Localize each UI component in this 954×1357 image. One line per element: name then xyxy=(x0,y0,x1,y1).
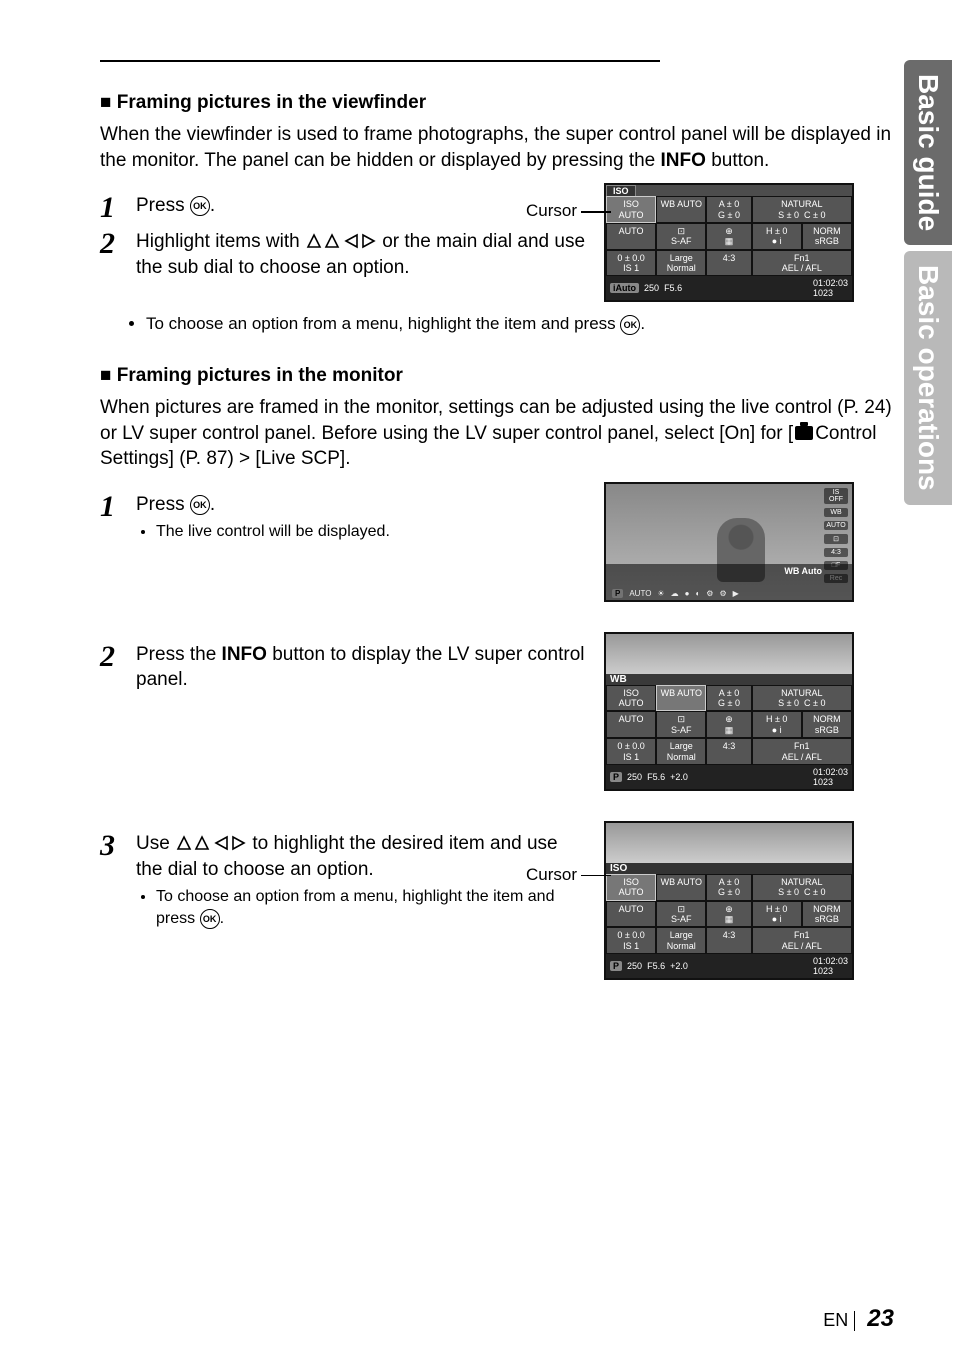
intro-viewfinder: When the viewfinder is used to frame pho… xyxy=(100,122,894,173)
lcd-grid: ⊕▦ xyxy=(706,901,751,928)
lcd-ael: Fn1AEL / AFL xyxy=(752,738,852,765)
lcd-flash: AUTO xyxy=(606,901,656,928)
cursor-label: Cursor xyxy=(526,865,611,885)
lcd-43: 4:3 xyxy=(706,738,751,765)
step3-bullet: To choose an option from a menu, highlig… xyxy=(156,886,586,929)
lcd-ael: Fn1AEL / AFL xyxy=(752,927,852,954)
mode-badge: P xyxy=(610,961,622,971)
lcd-saf-row: ⊡S-AF xyxy=(656,223,706,250)
note-choose-option: To choose an option from a menu, highlig… xyxy=(146,314,894,335)
lcd-norm: NORMsRGB xyxy=(802,223,852,250)
lcd-exp: 0 ± 0.0IS 1 xyxy=(606,927,656,954)
lcd-a0: A ± 0G ± 0 xyxy=(706,874,751,901)
intro-monitor: When pictures are framed in the monitor,… xyxy=(100,395,894,472)
step-number: 1 xyxy=(100,193,136,223)
lcd-figure-viewfinder: Cursor ISO ISO AUTO WB AUTO A ± 0G ± 0 N… xyxy=(604,183,894,302)
lcd-a0: A ± 0G ± 0 xyxy=(706,196,751,223)
ok-button-icon: OK xyxy=(190,495,210,515)
lcd-exp: 0 ± 0.0IS 1 xyxy=(606,250,656,277)
lcd-large: LargeNormal xyxy=(656,738,706,765)
heading-viewfinder: ■ Framing pictures in the viewfinder xyxy=(100,92,894,114)
lcd-iso: ISO AUTO xyxy=(606,874,656,901)
step-number: 3 xyxy=(100,831,136,932)
dpad-icon xyxy=(175,831,247,857)
step1-bullet: The live control will be displayed. xyxy=(156,521,586,543)
lcd-h0: H ± 0● i xyxy=(752,711,802,738)
step-number: 1 xyxy=(100,492,136,545)
lcd-wb: WB AUTO xyxy=(656,685,706,712)
page-footer: EN23 xyxy=(823,1305,894,1333)
mode-badge: iAuto xyxy=(610,283,639,293)
lcd-iso: ISO AUTO xyxy=(606,685,656,712)
lcd-a0: A ± 0G ± 0 xyxy=(706,685,751,712)
step-number: 2 xyxy=(100,642,136,693)
lcd-large: LargeNormal xyxy=(656,250,706,277)
lcd-tab: ISO xyxy=(606,185,636,196)
ok-button-icon: OK xyxy=(190,196,210,216)
ok-button-icon: OK xyxy=(200,909,220,929)
step2-text: Highlight items with or the main dial an… xyxy=(136,229,586,280)
lcd-saf: ⊡S-AF xyxy=(656,711,706,738)
steps-monitor-1: 1 Press OK. The live control will be dis… xyxy=(100,486,586,551)
live-control-figure: IS OFF WB AUTO ⊡ 4:3 □F Rec WB Auto P AU… xyxy=(604,482,854,602)
steps-monitor-3: 3 Use to highlight the desired item and … xyxy=(100,825,586,938)
lv-scp-cursor-figure: Cursor ISO ISO AUTO WB AUTO A ± 0G ± 0 N… xyxy=(604,821,894,980)
lcd-large: LargeNormal xyxy=(656,927,706,954)
lcd-natural: NATURALS ± 0 C ± 0 xyxy=(752,874,852,901)
lcd-natural: NATURALS ± 0 C ± 0 xyxy=(752,196,852,223)
lcd-iso: ISO AUTO xyxy=(606,196,656,223)
lcd-norm: NORMsRGB xyxy=(802,711,852,738)
step2-text-m: Press the INFO button to display the LV … xyxy=(136,642,586,693)
dpad-icon xyxy=(305,229,377,255)
side-tabs: Basic guide Basic operations xyxy=(904,60,954,511)
camera-icon xyxy=(795,426,813,440)
lcd-flash: AUTO xyxy=(606,711,656,738)
lcd-43: 4:3 xyxy=(706,250,751,277)
header-rule xyxy=(100,60,660,62)
lcd-h0: H ± 0● i xyxy=(752,223,802,250)
lcd-h0: H ± 0● i xyxy=(752,901,802,928)
step3-text: Use to highlight the desired item and us… xyxy=(136,833,558,880)
step1-text-m: Press OK. xyxy=(136,494,215,515)
mode-badge: P xyxy=(610,772,622,782)
ok-button-icon: OK xyxy=(620,315,640,335)
steps-viewfinder: 1 Press OK. 2 Highlight items with or th… xyxy=(100,187,586,286)
lcd-exp: 0 ± 0.0IS 1 xyxy=(606,738,656,765)
lcd-norm: NORMsRGB xyxy=(802,901,852,928)
tab-basic-operations: Basic operations xyxy=(904,251,952,505)
lcd-wb: WB AUTO xyxy=(656,196,706,223)
panel-label-iso: ISO xyxy=(606,863,852,874)
heading-monitor: ■ Framing pictures in the monitor xyxy=(100,365,894,387)
lcd-grid: ⊕▦ xyxy=(706,711,751,738)
lcd-ael: Fn1AEL / AFL xyxy=(752,250,852,277)
panel-label-wb: WB xyxy=(606,674,852,685)
cursor-label: Cursor xyxy=(526,201,611,221)
step1-text: Press OK. xyxy=(136,193,586,223)
lcd-natural: NATURALS ± 0 C ± 0 xyxy=(752,685,852,712)
step-number: 2 xyxy=(100,229,136,280)
lcd-flash: AUTO xyxy=(606,223,656,250)
lcd-43: 4:3 xyxy=(706,927,751,954)
lcd-wb: WB AUTO xyxy=(656,874,706,901)
tab-basic-guide: Basic guide xyxy=(904,60,952,245)
lcd-saf: ⊡S-AF xyxy=(656,901,706,928)
steps-monitor-2: 2 Press the INFO button to display the L… xyxy=(100,636,586,699)
lv-scp-figure: WB ISO AUTO WB AUTO A ± 0G ± 0 NATURALS … xyxy=(604,632,854,791)
lcd-grid: ⊕▦ xyxy=(706,223,751,250)
live-control-title: WB Auto xyxy=(784,566,822,576)
